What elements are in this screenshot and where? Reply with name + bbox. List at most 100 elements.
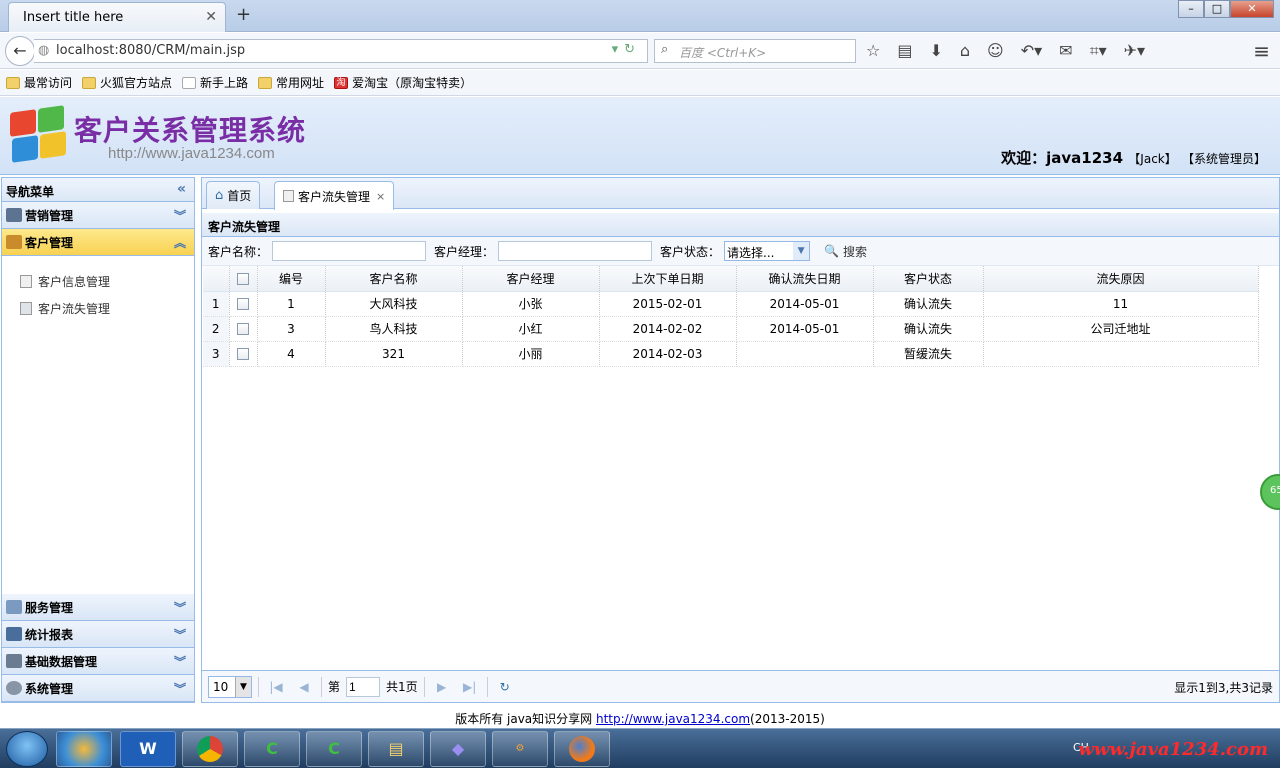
home-icon[interactable]: ⌂ — [960, 41, 970, 61]
reload-icon[interactable]: ▾↻ — [612, 42, 641, 57]
home-icon: ⌂ — [215, 188, 224, 203]
taskbar-app-picasa[interactable] — [56, 731, 112, 767]
row-checkbox[interactable] — [229, 316, 258, 342]
table-row[interactable]: 1 1 大风科技 小张 2015-02-01 2014-05-01 确认流失 1… — [203, 291, 1259, 317]
bookmark-item[interactable]: 淘爱淘宝（原淘宝特卖） — [334, 74, 472, 91]
sidebar-item-customer-loss[interactable]: 客户流失管理 — [2, 295, 194, 322]
service-icon — [6, 600, 22, 614]
column-header[interactable]: 流失原因 — [983, 266, 1259, 292]
chat-icon[interactable]: ☺ — [987, 41, 1004, 61]
sidebar-title: 导航菜单 « — [2, 178, 194, 202]
folder-icon — [6, 76, 20, 89]
url-bar[interactable]: ◍ localhost:8080/CRM/main.jsp ▾↻ — [34, 39, 648, 63]
browser-tab-title: Insert title here — [23, 10, 124, 25]
taskbar-app-firefox[interactable] — [554, 731, 610, 767]
first-page-icon[interactable]: |◀ — [265, 680, 287, 694]
download-icon[interactable]: ⬇ — [929, 41, 942, 61]
start-button[interactable] — [6, 731, 48, 767]
customer-name-label: 客户名称： — [208, 244, 269, 259]
customer-section-body: 客户信息管理 客户流失管理 — [2, 256, 194, 594]
new-tab-button[interactable]: + — [236, 4, 251, 25]
prev-page-icon[interactable]: ◀ — [293, 680, 315, 694]
bookmark-item[interactable]: 最常访问 — [6, 74, 72, 91]
main-panel: ⌂ 首页 客户流失管理 × 客户流失管理 客户名称： 客户经理： 客户状态： 请… — [201, 177, 1280, 703]
sidebar-section-system[interactable]: 系统管理 ︾ — [2, 675, 194, 702]
bookmark-item[interactable]: 火狐官方站点 — [82, 74, 172, 91]
taskbar-app-explorer[interactable]: ▤ — [368, 731, 424, 767]
chevron-down-icon: ▼ — [793, 242, 810, 260]
search-input[interactable]: ⌕ 百度 <Ctrl+K> — [654, 39, 856, 63]
collapse-icon[interactable]: « — [177, 181, 186, 197]
last-page-icon[interactable]: ▶| — [459, 680, 481, 694]
close-tab-icon[interactable]: × — [376, 190, 385, 203]
sidebar-section-customer[interactable]: 客户管理 ︽ — [2, 229, 194, 256]
page-size-select[interactable]: 10 ▼ — [208, 675, 252, 698]
status-select[interactable]: 请选择... ▼ — [724, 241, 811, 261]
folder-icon — [82, 76, 97, 89]
taskbar-app-javaee[interactable]: ⚙ — [492, 731, 548, 767]
taskbar-app-camtasia-2[interactable]: C — [306, 731, 362, 767]
bookmarks-list-icon[interactable]: ▤ — [897, 41, 912, 61]
taskbar-app-word[interactable]: W — [120, 731, 176, 767]
column-header[interactable]: 上次下单日期 — [599, 266, 737, 292]
sidebar-item-customer-info[interactable]: 客户信息管理 — [2, 268, 194, 295]
column-header[interactable]: 客户名称 — [325, 266, 463, 292]
database-icon — [6, 654, 22, 668]
sidebar-section-marketing[interactable]: 营销管理 ︾ — [2, 202, 194, 229]
customer-name-input[interactable] — [272, 241, 427, 261]
search-toolbar: 客户名称： 客户经理： 客户状态： 请选择... ▼ 🔍 搜索 — [202, 237, 1279, 266]
customer-loss-icon — [283, 190, 294, 202]
sidebar-section-reports[interactable]: 统计报表 ︾ — [2, 621, 194, 648]
tab-customer-loss[interactable]: 客户流失管理 × — [274, 181, 395, 210]
search-placeholder: 百度 <Ctrl+K> — [679, 46, 767, 60]
bookmark-star-icon[interactable]: ☆ — [866, 41, 880, 61]
close-window-button[interactable]: ✕ — [1230, 0, 1274, 18]
comment-icon[interactable]: ✉ — [1059, 41, 1072, 61]
close-tab-icon[interactable]: ✕ — [205, 9, 217, 25]
row-checkbox[interactable] — [229, 291, 258, 317]
pager-separator — [321, 676, 322, 697]
bookmark-item[interactable]: 新手上路 — [182, 74, 248, 91]
search-button[interactable]: 🔍 搜索 — [824, 243, 867, 260]
footer-link[interactable]: http://www.java1234.com — [596, 712, 750, 726]
select-all-checkbox[interactable] — [229, 266, 258, 292]
table-row[interactable]: 2 3 鸟人科技 小红 2014-02-02 2014-05-01 确认流失 公… — [203, 316, 1259, 342]
page-tabs: ⌂ 首页 客户流失管理 × — [202, 178, 1279, 210]
customer-icon — [6, 235, 22, 249]
sidebar-section-service[interactable]: 服务管理 ︾ — [2, 594, 194, 621]
globe-icon: ◍ — [38, 43, 50, 58]
browser-tab[interactable]: Insert title here ✕ — [8, 2, 226, 32]
page-footer: 版本所有 java知识分享网 http://www.java1234.com(2… — [0, 706, 1280, 728]
undo-icon[interactable]: ↶▾ — [1021, 41, 1042, 61]
taskbar-app-camtasia[interactable]: C — [244, 731, 300, 767]
sidebar-section-basic-data[interactable]: 基础数据管理 ︾ — [2, 648, 194, 675]
browser-navbar: ← ◍ localhost:8080/CRM/main.jsp ▾↻ ⌕ 百度 … — [0, 33, 1280, 69]
refresh-icon[interactable]: ↻ — [494, 680, 516, 694]
manager-input[interactable] — [498, 241, 653, 261]
maximize-button[interactable]: □ — [1204, 0, 1230, 18]
taskbar-app-chrome[interactable] — [182, 731, 238, 767]
column-header[interactable]: 确认流失日期 — [736, 266, 874, 292]
page-number-input[interactable] — [346, 676, 381, 697]
chevron-down-icon: ︾ — [173, 682, 186, 696]
extension-icon[interactable]: ✈▾ — [1124, 41, 1145, 61]
search-icon: 🔍 — [824, 244, 839, 258]
minimize-button[interactable]: – — [1178, 0, 1204, 18]
back-button[interactable]: ← — [5, 36, 35, 66]
taskbar-app-eclipse[interactable]: ◆ — [430, 731, 486, 767]
bookmark-item[interactable]: 常用网址 — [258, 74, 324, 91]
crop-icon[interactable]: ⌗▾ — [1090, 41, 1107, 61]
menu-icon[interactable]: ≡ — [1253, 39, 1270, 63]
column-header[interactable]: 编号 — [257, 266, 326, 292]
table-row[interactable]: 3 4 321 小丽 2014-02-03 暂缓流失 — [203, 341, 1259, 367]
pager-info: 显示1到3,共3记录 — [1174, 681, 1273, 695]
tab-home[interactable]: ⌂ 首页 — [206, 181, 261, 209]
column-header[interactable]: 客户经理 — [462, 266, 600, 292]
folder-icon — [258, 76, 273, 89]
next-page-icon[interactable]: ▶ — [431, 680, 453, 694]
marketing-icon — [6, 208, 22, 222]
panel-title: 客户流失管理 — [202, 213, 1279, 237]
customer-loss-icon — [20, 302, 32, 315]
column-header[interactable]: 客户状态 — [873, 266, 984, 292]
row-checkbox[interactable] — [229, 341, 258, 367]
